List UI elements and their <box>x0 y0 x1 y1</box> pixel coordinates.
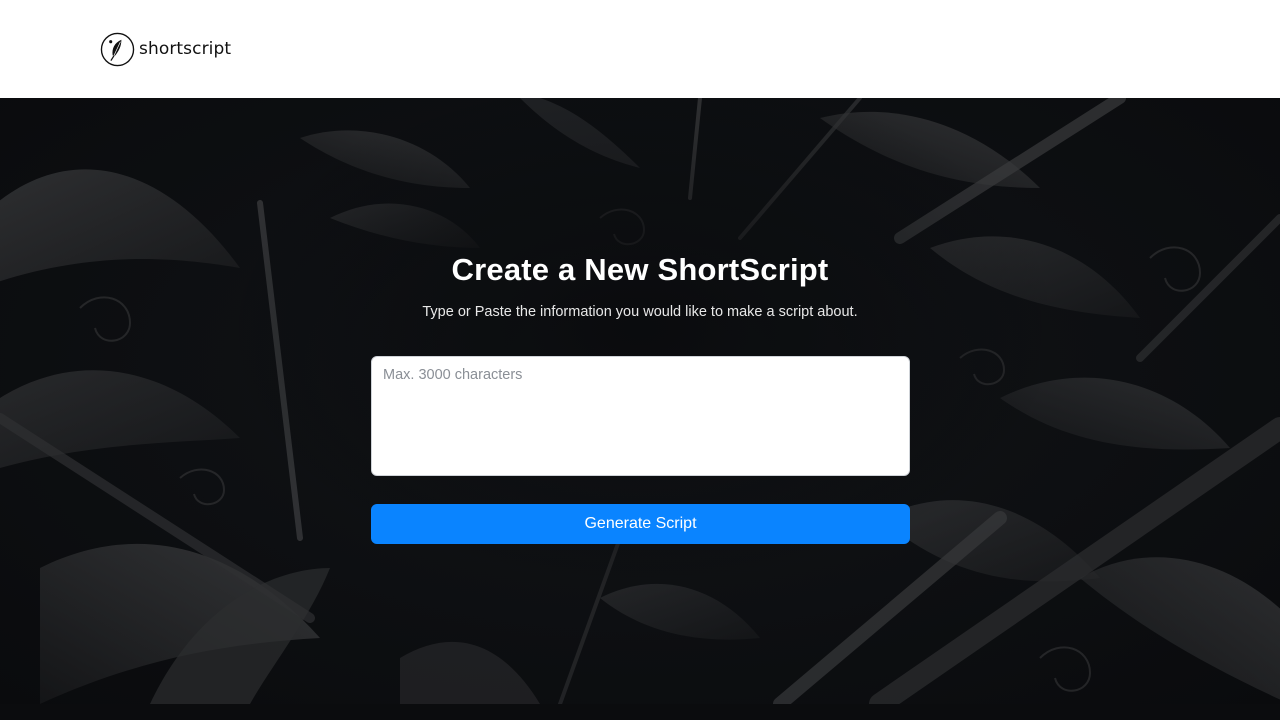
hero-section: Create a New ShortScript Type or Paste t… <box>0 98 1280 704</box>
brand-name: shortscript <box>139 39 232 59</box>
quill-feather-icon <box>100 32 135 67</box>
brand-logo-link[interactable]: shortscript <box>100 31 231 67</box>
header: shortscript <box>0 0 1280 98</box>
generate-script-button[interactable]: Generate Script <box>371 504 910 544</box>
page-title: Create a New ShortScript <box>451 252 829 287</box>
script-info-input[interactable] <box>371 356 910 476</box>
page-subtitle: Type or Paste the information you would … <box>422 304 858 320</box>
page: shortscript Create a New ShortScript Typ… <box>0 0 1280 704</box>
